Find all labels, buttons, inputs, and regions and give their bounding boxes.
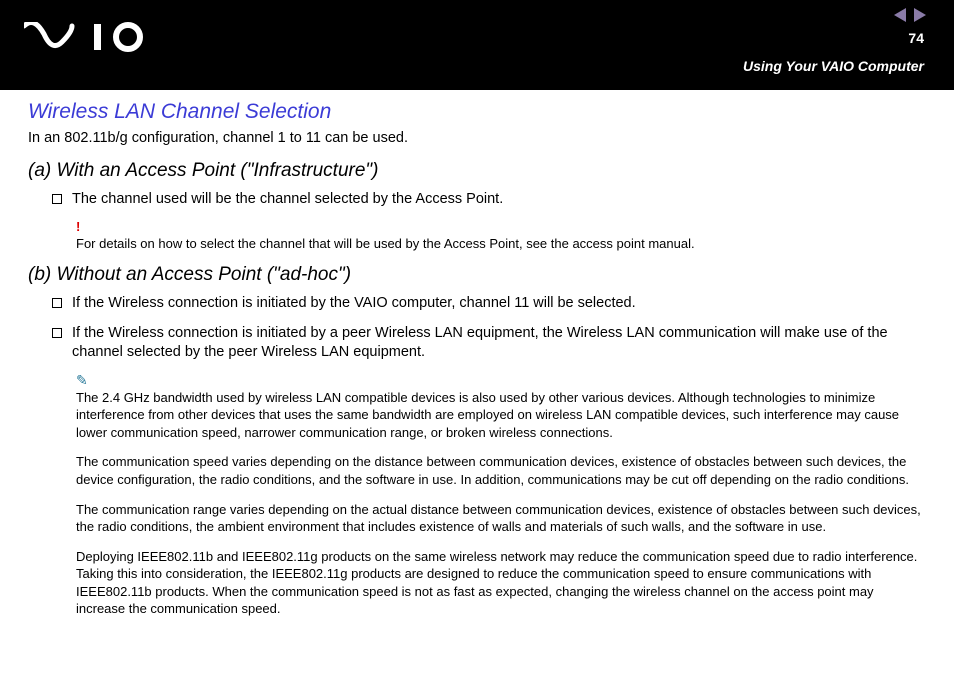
info-note: ✎ The 2.4 GHz bandwidth used by wireless… <box>76 373 926 618</box>
section-b-heading: (b) Without an Access Point ("ad-hoc") <box>28 264 926 286</box>
bullet-icon <box>52 328 62 338</box>
bullet-text: If the Wireless connection is initiated … <box>72 324 926 363</box>
breadcrumb: Using Your VAIO Computer <box>743 58 924 74</box>
page-content: Wireless LAN Channel Selection In an 802… <box>0 90 954 674</box>
list-item: The channel used will be the channel sel… <box>52 190 926 210</box>
caution-note: ! For details on how to select the chann… <box>76 220 926 253</box>
note-text: Deploying IEEE802.11b and IEEE802.11g pr… <box>76 548 926 618</box>
page-title: Wireless LAN Channel Selection <box>28 100 926 124</box>
note-text: The communication range varies depending… <box>76 501 926 536</box>
bullet-icon <box>52 194 62 204</box>
list-item: If the Wireless connection is initiated … <box>52 324 926 363</box>
bullet-text: If the Wireless connection is initiated … <box>72 294 636 314</box>
bullet-text: The channel used will be the channel sel… <box>72 190 503 210</box>
vaio-logo-icon <box>24 22 154 52</box>
note-text: For details on how to select the channel… <box>76 235 926 253</box>
section-a-heading: (a) With an Access Point ("Infrastructur… <box>28 160 926 182</box>
next-page-icon[interactable] <box>914 8 926 22</box>
bullet-icon <box>52 298 62 308</box>
note-text: The 2.4 GHz bandwidth used by wireless L… <box>76 389 926 442</box>
note-text: The communication speed varies depending… <box>76 453 926 488</box>
page-header: 74 Using Your VAIO Computer <box>0 0 954 90</box>
intro-text: In an 802.11b/g configuration, channel 1… <box>28 130 926 146</box>
page-number: 74 <box>908 30 924 46</box>
document-page: 74 Using Your VAIO Computer Wireless LAN… <box>0 0 954 674</box>
exclamation-icon: ! <box>76 220 926 233</box>
list-item: If the Wireless connection is initiated … <box>52 294 926 314</box>
nav-arrows <box>894 8 926 22</box>
pen-icon: ✎ <box>76 373 926 387</box>
prev-page-icon[interactable] <box>894 8 906 22</box>
